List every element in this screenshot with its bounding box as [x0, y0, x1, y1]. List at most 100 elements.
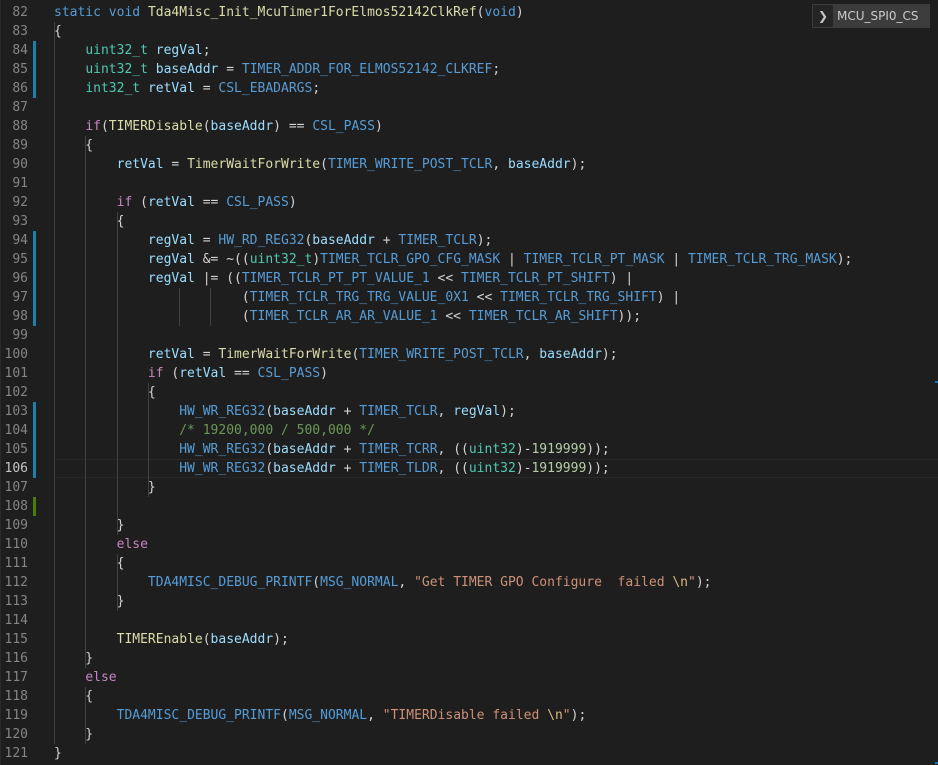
- line-number[interactable]: 96: [0, 269, 28, 288]
- line-number[interactable]: 112: [0, 573, 28, 592]
- line-number[interactable]: 93: [0, 212, 28, 231]
- line-number[interactable]: 85: [0, 60, 28, 79]
- gutter-modified-marker[interactable]: [33, 60, 36, 79]
- code-line[interactable]: 83 {: [0, 22, 938, 41]
- line-number[interactable]: 113: [0, 592, 28, 611]
- line-number[interactable]: 111: [0, 554, 28, 573]
- code-line[interactable]: 87: [0, 98, 938, 117]
- line-number[interactable]: 95: [0, 250, 28, 269]
- code-line[interactable]: 88 if(TIMERDisable(baseAddr) == CSL_PASS…: [0, 117, 938, 136]
- gutter-modified-marker[interactable]: [33, 288, 36, 307]
- line-number[interactable]: 94: [0, 231, 28, 250]
- line-number[interactable]: 116: [0, 649, 28, 668]
- gutter-modified-marker[interactable]: [33, 41, 36, 60]
- line-number[interactable]: 97: [0, 288, 28, 307]
- code-line[interactable]: 108: [0, 497, 938, 516]
- code-line[interactable]: 95 regVal &= ~((uint32_t)TIMER_TCLR_GPO_…: [0, 250, 938, 269]
- code-line[interactable]: 96 regVal |= ((TIMER_TCLR_PT_PT_VALUE_1 …: [0, 269, 938, 288]
- code-line[interactable]: 90 retVal = TimerWaitForWrite(TIMER_WRIT…: [0, 155, 938, 174]
- code-line[interactable]: 107 }: [0, 478, 938, 497]
- code-token: {: [54, 138, 94, 153]
- line-number[interactable]: 82: [0, 3, 28, 22]
- code-line[interactable]: 84 uint32_t regVal;: [0, 41, 938, 60]
- gutter-modified-marker[interactable]: [33, 231, 36, 250]
- code-line[interactable]: 92 if (retVal == CSL_PASS): [0, 193, 938, 212]
- code-line[interactable]: 106 HW_WR_REG32(baseAddr + TIMER_TLDR, (…: [0, 459, 938, 478]
- line-number[interactable]: 115: [0, 630, 28, 649]
- code-line[interactable]: 105 HW_WR_REG32(baseAddr + TIMER_TCRR, (…: [0, 440, 938, 459]
- code-line[interactable]: 112 TDA4MISC_DEBUG_PRINTF(MSG_NORMAL, "G…: [0, 573, 938, 592]
- gutter-modified-marker[interactable]: [33, 421, 36, 440]
- gutter-added-marker[interactable]: [33, 497, 36, 516]
- code-line[interactable]: 85 uint32_t baseAddr = TIMER_ADDR_FOR_EL…: [0, 60, 938, 79]
- code-editor[interactable]: ❯ MCU_SPI0_CS 82 static void Tda4Misc_Ini…: [0, 0, 938, 765]
- line-number[interactable]: 91: [0, 174, 28, 193]
- line-number[interactable]: 109: [0, 516, 28, 535]
- line-number[interactable]: 107: [0, 478, 28, 497]
- line-number[interactable]: 101: [0, 364, 28, 383]
- gutter-modified-marker[interactable]: [33, 402, 36, 421]
- line-number[interactable]: 83: [0, 22, 28, 41]
- line-number[interactable]: 102: [0, 383, 28, 402]
- code-line[interactable]: 110 else: [0, 535, 938, 554]
- code-line[interactable]: 94 regVal = HW_RD_REG32(baseAddr + TIMER…: [0, 231, 938, 250]
- code-line[interactable]: 111 {: [0, 554, 938, 573]
- code-line[interactable]: 117 else: [0, 668, 938, 687]
- code-line[interactable]: 99: [0, 326, 938, 345]
- line-number[interactable]: 84: [0, 41, 28, 60]
- code-text: /* 19200,000 / 500,000 */: [54, 421, 375, 440]
- code-line[interactable]: 82 static void Tda4Misc_Init_McuTimer1For…: [0, 3, 938, 22]
- code-line[interactable]: 100 retVal = TimerWaitForWrite(TIMER_WRI…: [0, 345, 938, 364]
- line-number[interactable]: 103: [0, 402, 28, 421]
- line-number[interactable]: 117: [0, 668, 28, 687]
- line-number[interactable]: 90: [0, 155, 28, 174]
- code-line[interactable]: 91: [0, 174, 938, 193]
- code-line[interactable]: 118 {: [0, 687, 938, 706]
- code-line[interactable]: 104 /* 19200,000 / 500,000 */: [0, 421, 938, 440]
- code-token: retVal: [147, 347, 195, 362]
- gutter-modified-marker[interactable]: [33, 459, 36, 478]
- code-text: retVal = TimerWaitForWrite(TIMER_WRITE_P…: [54, 155, 587, 174]
- line-number[interactable]: 121: [0, 744, 28, 763]
- line-number[interactable]: 99: [0, 326, 28, 345]
- line-number[interactable]: 118: [0, 687, 28, 706]
- code-line[interactable]: 116 }: [0, 649, 938, 668]
- code-line[interactable]: 109 }: [0, 516, 938, 535]
- line-number[interactable]: 98: [0, 307, 28, 326]
- code-line[interactable]: 103 HW_WR_REG32(baseAddr + TIMER_TCLR, r…: [0, 402, 938, 421]
- code-line[interactable]: 89 {: [0, 136, 938, 155]
- code-line[interactable]: 86 int32_t retVal = CSL_EBADARGS;: [0, 79, 938, 98]
- gutter-modified-marker[interactable]: [33, 79, 36, 98]
- gutter-modified-marker[interactable]: [33, 440, 36, 459]
- line-number[interactable]: 92: [0, 193, 28, 212]
- code-line[interactable]: 102 {: [0, 383, 938, 402]
- gutter-modified-marker[interactable]: [33, 269, 36, 288]
- gutter-modified-marker[interactable]: [33, 307, 36, 326]
- line-number[interactable]: 104: [0, 421, 28, 440]
- code-line[interactable]: 97 (TIMER_TCLR_TRG_TRG_VALUE_0X1 << TIME…: [0, 288, 938, 307]
- code-line[interactable]: 101 if (retVal == CSL_PASS): [0, 364, 938, 383]
- code-line[interactable]: 93 {: [0, 212, 938, 231]
- line-number[interactable]: 119: [0, 706, 28, 725]
- line-number[interactable]: 120: [0, 725, 28, 744]
- line-number[interactable]: 88: [0, 117, 28, 136]
- code-line[interactable]: 98 (TIMER_TCLR_AR_AR_VALUE_1 << TIMER_TC…: [0, 307, 938, 326]
- code-line[interactable]: 119 TDA4MISC_DEBUG_PRINTF(MSG_NORMAL, "T…: [0, 706, 938, 725]
- line-number[interactable]: 108: [0, 497, 28, 516]
- line-number[interactable]: 114: [0, 611, 28, 630]
- line-number[interactable]: 86: [0, 79, 28, 98]
- code-line[interactable]: 121}: [0, 744, 938, 763]
- line-number[interactable]: 89: [0, 136, 28, 155]
- code-line[interactable]: 114: [0, 611, 938, 630]
- code-line[interactable]: 115 TIMEREnable(baseAddr);: [0, 630, 938, 649]
- line-number[interactable]: 110: [0, 535, 28, 554]
- code-token: baseAddr: [273, 461, 336, 476]
- code-token: baseAddr: [210, 632, 274, 647]
- line-number[interactable]: 100: [0, 345, 28, 364]
- gutter-modified-marker[interactable]: [33, 250, 36, 269]
- code-line[interactable]: 113 }: [0, 592, 938, 611]
- line-number[interactable]: 106: [0, 459, 28, 478]
- code-line[interactable]: 120 }: [0, 725, 938, 744]
- line-number[interactable]: 87: [0, 98, 28, 117]
- line-number[interactable]: 105: [0, 440, 28, 459]
